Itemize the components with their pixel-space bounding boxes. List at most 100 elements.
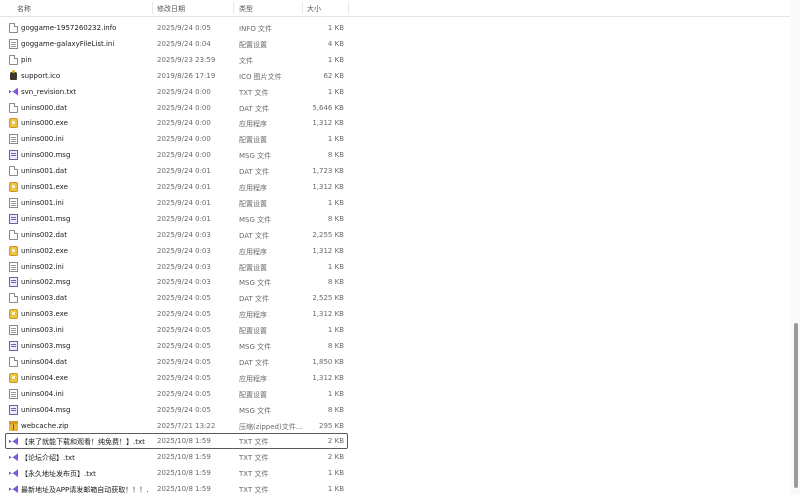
- column-name-header[interactable]: 名称: [17, 4, 31, 14]
- file-row[interactable]: unins004.ini 2025/9/24 0:05 配置设置 1 KB: [0, 386, 790, 402]
- file-size: 4 KB: [327, 39, 344, 48]
- file-size: 1,723 KB: [312, 167, 344, 176]
- file-type: 应用程序: [239, 120, 267, 129]
- column-divider[interactable]: [348, 2, 349, 14]
- file-name: unins002.dat: [21, 230, 67, 239]
- file-type: DAT 文件: [239, 168, 270, 177]
- file-size: 1,312 KB: [312, 119, 344, 128]
- file-row[interactable]: unins001.msg 2025/9/24 0:01 MSG 文件 8 KB: [0, 211, 790, 227]
- file-row[interactable]: unins003.exe 2025/9/24 0:05 应用程序 1,312 KB: [0, 306, 790, 322]
- file-type: INFO 文件: [239, 25, 273, 33]
- file-name: 【论坛介绍】.txt: [21, 454, 75, 463]
- message-file-icon: [9, 404, 18, 415]
- file-type: TXT 文件: [239, 470, 269, 479]
- file-date: 2025/9/24 0:05: [157, 342, 211, 350]
- file-row[interactable]: unins001.ini 2025/9/24 0:01 配置设置 1 KB: [0, 195, 790, 211]
- file-name: unins000.exe: [21, 119, 68, 128]
- file-row[interactable]: unins002.msg 2025/9/24 0:03 MSG 文件 8 KB: [0, 274, 790, 290]
- file-row[interactable]: unins000.dat 2025/9/24 0:00 DAT 文件 5,646 KB: [0, 100, 790, 116]
- file-type: TXT 文件: [239, 486, 269, 495]
- file-name: support.ico: [21, 71, 61, 80]
- file-size: 1 KB: [327, 389, 344, 398]
- file-row[interactable]: unins003.msg 2025/9/24 0:05 MSG 文件 8 KB: [0, 338, 790, 354]
- file-type: 配置设置: [239, 263, 267, 272]
- file-name: unins001.ini: [21, 198, 64, 207]
- text-file-icon: [9, 484, 18, 494]
- file-row[interactable]: pin 2025/9/23 23:59 文件 1 KB: [0, 52, 790, 68]
- file-row[interactable]: unins001.dat 2025/9/24 0:01 DAT 文件 1,723 KB: [0, 163, 790, 179]
- file-size: 1 KB: [327, 469, 344, 478]
- file-row[interactable]: goggame-galaxyFileList.ini 2025/9/24 0:04…: [0, 36, 790, 52]
- file-size: 1 KB: [327, 262, 344, 271]
- application-icon: [9, 182, 18, 192]
- file-size: 8 KB: [327, 278, 344, 287]
- file-size: 1 KB: [327, 326, 344, 335]
- column-divider[interactable]: [152, 2, 153, 14]
- file-size: 1,312 KB: [312, 310, 344, 319]
- file-date: 2025/9/24 0:01: [157, 167, 211, 176]
- file-type: DAT 文件: [239, 295, 270, 304]
- file-row[interactable]: unins004.msg 2025/9/24 0:05 MSG 文件 8 KB: [0, 402, 790, 418]
- file-date: 2025/9/24 0:03: [157, 278, 211, 287]
- file-type: DAT 文件: [239, 231, 270, 240]
- file-date: 2025/9/24 0:01: [157, 198, 211, 207]
- file-type: 应用程序: [239, 311, 267, 320]
- column-divider[interactable]: [302, 2, 303, 14]
- file-row[interactable]: support.ico 2019/8/26 17:19 ICO 图片文件 62 KB: [0, 68, 790, 84]
- file-row[interactable]: unins004.exe 2025/9/24 0:05 应用程序 1,312 KB: [0, 370, 790, 386]
- application-icon: [9, 372, 18, 383]
- file-date: 2025/9/24 0:03: [157, 246, 211, 255]
- file-size: 8 KB: [327, 151, 344, 160]
- file-type: 配置设置: [239, 40, 267, 49]
- file-type: 配置设置: [239, 136, 267, 145]
- file-row[interactable]: unins002.ini 2025/9/24 0:03 配置设置 1 KB: [0, 259, 790, 275]
- file-row[interactable]: 【来了就能下载和观看！纯免费！】.txt 2025/10/8 1:59 TXT 文件…: [0, 433, 790, 450]
- file-name: 【来了就能下载和观看！纯免费！】.txt: [21, 438, 145, 447]
- file-row[interactable]: unins004.dat 2025/9/24 0:05 DAT 文件 1,850 KB: [0, 354, 790, 370]
- file-row[interactable]: unins002.dat 2025/9/24 0:03 DAT 文件 2,255 KB: [0, 227, 790, 243]
- file-row[interactable]: 【论坛介绍】.txt 2025/10/8 1:59 TXT 文件 2 KB: [0, 449, 790, 465]
- vertical-scrollbar[interactable]: [790, 0, 800, 495]
- file-date: 2025/9/24 0:00: [157, 151, 211, 160]
- file-name: unins004.exe: [21, 373, 68, 382]
- file-row[interactable]: 【永久地址发布页】.txt 2025/10/8 1:59 TXT 文件 1 KB: [0, 465, 790, 481]
- file-row[interactable]: unins000.exe 2025/9/24 0:00 应用程序 1,312 KB: [0, 115, 790, 131]
- file-date: 2025/10/8 1:59: [157, 437, 211, 446]
- text-file-icon: [9, 468, 18, 478]
- column-type-header[interactable]: 类型: [239, 4, 253, 14]
- file-row[interactable]: unins000.ini 2025/9/24 0:00 配置设置 1 KB: [0, 131, 790, 147]
- application-icon: [9, 118, 18, 129]
- document-icon: [9, 293, 18, 304]
- image-file-icon: [9, 69, 18, 81]
- file-row[interactable]: goggame-1957260232.info 2025/9/24 0:05 INF…: [0, 20, 790, 36]
- settings-file-icon: [9, 134, 18, 145]
- application-icon: [9, 245, 18, 256]
- file-row[interactable]: unins003.ini 2025/9/24 0:05 配置设置 1 KB: [0, 322, 790, 338]
- file-row[interactable]: unins001.exe 2025/9/24 0:01 应用程序 1,312 KB: [0, 179, 790, 195]
- file-row[interactable]: unins002.exe 2025/9/24 0:03 应用程序 1,312 KB: [0, 243, 790, 259]
- file-row[interactable]: svn_revision.txt 2025/9/24 0:00 TXT 文件 1 KB: [0, 84, 790, 100]
- file-size: 1 KB: [327, 135, 344, 144]
- text-file-icon: [9, 452, 18, 462]
- column-size-header[interactable]: 大小: [307, 4, 321, 14]
- file-type: DAT 文件: [239, 358, 270, 367]
- file-size: 2,255 KB: [312, 230, 344, 239]
- column-divider[interactable]: [233, 2, 234, 14]
- file-row[interactable]: webcache.zip 2025/7/21 13:22 压缩(zipped)文件.…: [0, 418, 790, 434]
- file-size: 1 KB: [327, 87, 344, 96]
- file-type: 应用程序: [239, 247, 267, 256]
- file-size: 1 KB: [327, 198, 344, 207]
- file-type: 配置设置: [239, 390, 267, 399]
- file-date: 2025/9/24 0:05: [157, 357, 211, 366]
- file-type: 配置设置: [239, 327, 267, 336]
- document-icon: [9, 166, 18, 177]
- file-date: 2025/9/24 0:05: [157, 310, 211, 319]
- file-name: unins003.exe: [21, 310, 68, 319]
- column-date-header[interactable]: 修改日期: [157, 4, 185, 14]
- document-icon: [9, 356, 18, 367]
- settings-file-icon: [9, 325, 18, 336]
- scrollbar-thumb[interactable]: [794, 323, 798, 488]
- file-date: 2025/10/8 1:59: [157, 469, 211, 478]
- file-row[interactable]: unins000.msg 2025/9/24 0:00 MSG 文件 8 KB: [0, 147, 790, 163]
- file-row[interactable]: unins003.dat 2025/9/24 0:05 DAT 文件 2,525 KB: [0, 290, 790, 306]
